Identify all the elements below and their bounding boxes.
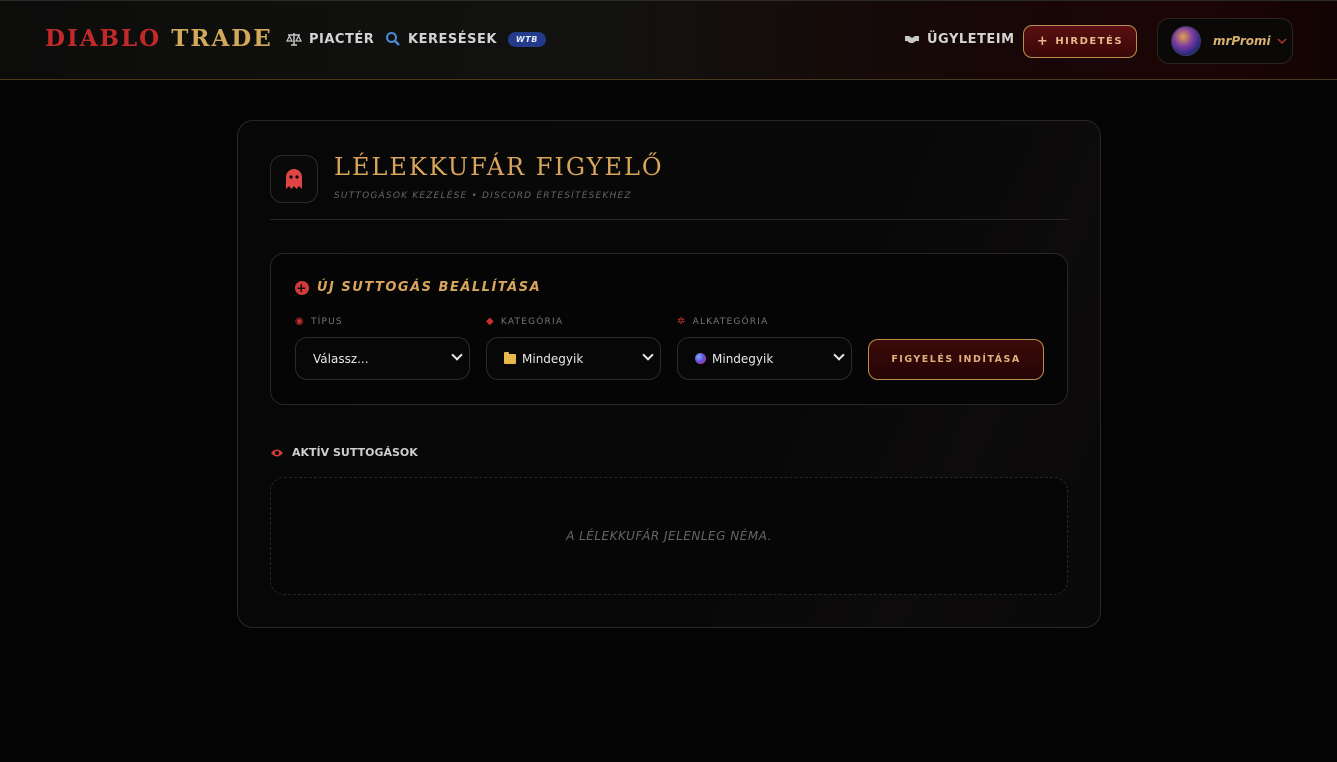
type-label: ◉ TÍPUS	[295, 316, 343, 327]
subcategory-label-text: ALKATEGÓRIA	[692, 316, 769, 327]
nav-searches-label: KERESÉSEK	[408, 31, 497, 47]
chevron-down-icon	[1277, 38, 1287, 45]
ghost-icon	[286, 169, 302, 189]
new-whisper-title: + ÚJ SUTTOGÁS BEÁLLÍTÁSA	[295, 280, 541, 295]
handshake-icon	[905, 36, 919, 43]
search-icon	[386, 32, 400, 46]
subcategory-label: ✲ ALKATEGÓRIA	[677, 316, 768, 327]
username: mrPromi	[1213, 34, 1271, 48]
type-select-value: Válassz...	[313, 351, 369, 366]
watcher-card: LÉLEKKUFÁR FIGYELŐ SUTTOGÁSOK KEZELÉSE •…	[237, 120, 1101, 628]
active-whispers-heading: AKTÍV SUTTOGÁSOK	[270, 446, 418, 459]
subcategory-select[interactable]: Mindegyik	[677, 337, 852, 380]
chevron-down-icon	[451, 349, 463, 361]
page-title: LÉLEKKUFÁR FIGYELŐ	[334, 153, 664, 181]
category-label-text: KATEGÓRIA	[500, 316, 564, 327]
nav-deals-link[interactable]: ÜGYLETEIM	[904, 31, 1015, 47]
type-select[interactable]: Válassz...	[295, 337, 470, 380]
signal-icon: ◉	[295, 316, 305, 327]
active-whispers-empty-state: A LÉLEKKUFÁR JELENLEG NÉMA.	[270, 477, 1068, 595]
folder-icon	[504, 351, 516, 364]
plus-icon: +	[1036, 34, 1050, 49]
empty-state-text: A LÉLEKKUFÁR JELENLEG NÉMA.	[566, 529, 772, 543]
ghost-icon-box	[270, 155, 318, 203]
avatar	[1171, 26, 1201, 56]
nav-searches-link[interactable]: KERESÉSEK WTB	[385, 31, 546, 47]
category-select[interactable]: Mindegyik	[486, 337, 661, 380]
category-select-value: Mindegyik	[522, 351, 584, 366]
gear-icon: ✲	[677, 316, 687, 327]
nav-market-link[interactable]: PIACTÉR	[286, 31, 374, 47]
new-advert-label: HIRDETÉS	[1055, 36, 1124, 47]
brand-part-2: TRADE	[171, 25, 273, 52]
new-whisper-title-text: ÚJ SUTTOGÁS BEÁLLÍTÁSA	[317, 280, 542, 295]
page-subtitle: SUTTOGÁSOK KEZELÉSE • DISCORD ÉRTESÍTÉSE…	[334, 191, 632, 201]
scale-icon	[286, 33, 302, 46]
active-whispers-label: AKTÍV SUTTOGÁSOK	[292, 446, 418, 459]
user-menu[interactable]: mrPromi	[1157, 18, 1293, 64]
subcategory-select-value: Mindegyik	[712, 351, 774, 366]
nav-market-label: PIACTÉR	[309, 31, 375, 47]
new-whisper-panel: + ÚJ SUTTOGÁS BEÁLLÍTÁSA ◉ TÍPUS Válassz…	[270, 253, 1068, 405]
brand-part-1: DIABLO	[45, 25, 162, 52]
brand-logo[interactable]: DIABLO TRADE	[45, 25, 273, 52]
chevron-down-icon	[642, 349, 654, 361]
type-label-text: TÍPUS	[310, 316, 343, 327]
tag-icon: ◆	[486, 316, 495, 327]
new-advert-button[interactable]: + HIRDETÉS	[1023, 25, 1137, 58]
globe-icon	[695, 353, 706, 364]
eye-icon	[271, 449, 283, 456]
wtb-badge: WTB	[507, 31, 546, 47]
category-label: ◆ KATEGÓRIA	[486, 316, 563, 327]
chevron-down-icon	[833, 349, 845, 361]
divider	[270, 219, 1068, 220]
start-watching-button[interactable]: FIGYELÉS INDÍTÁSA	[868, 339, 1044, 380]
plus-circle-icon: +	[295, 280, 309, 295]
nav-deals-label: ÜGYLETEIM	[927, 31, 1015, 47]
top-navbar: DIABLO TRADE PIACTÉR KERESÉSEK WTB ÜGYLE…	[0, 0, 1337, 80]
